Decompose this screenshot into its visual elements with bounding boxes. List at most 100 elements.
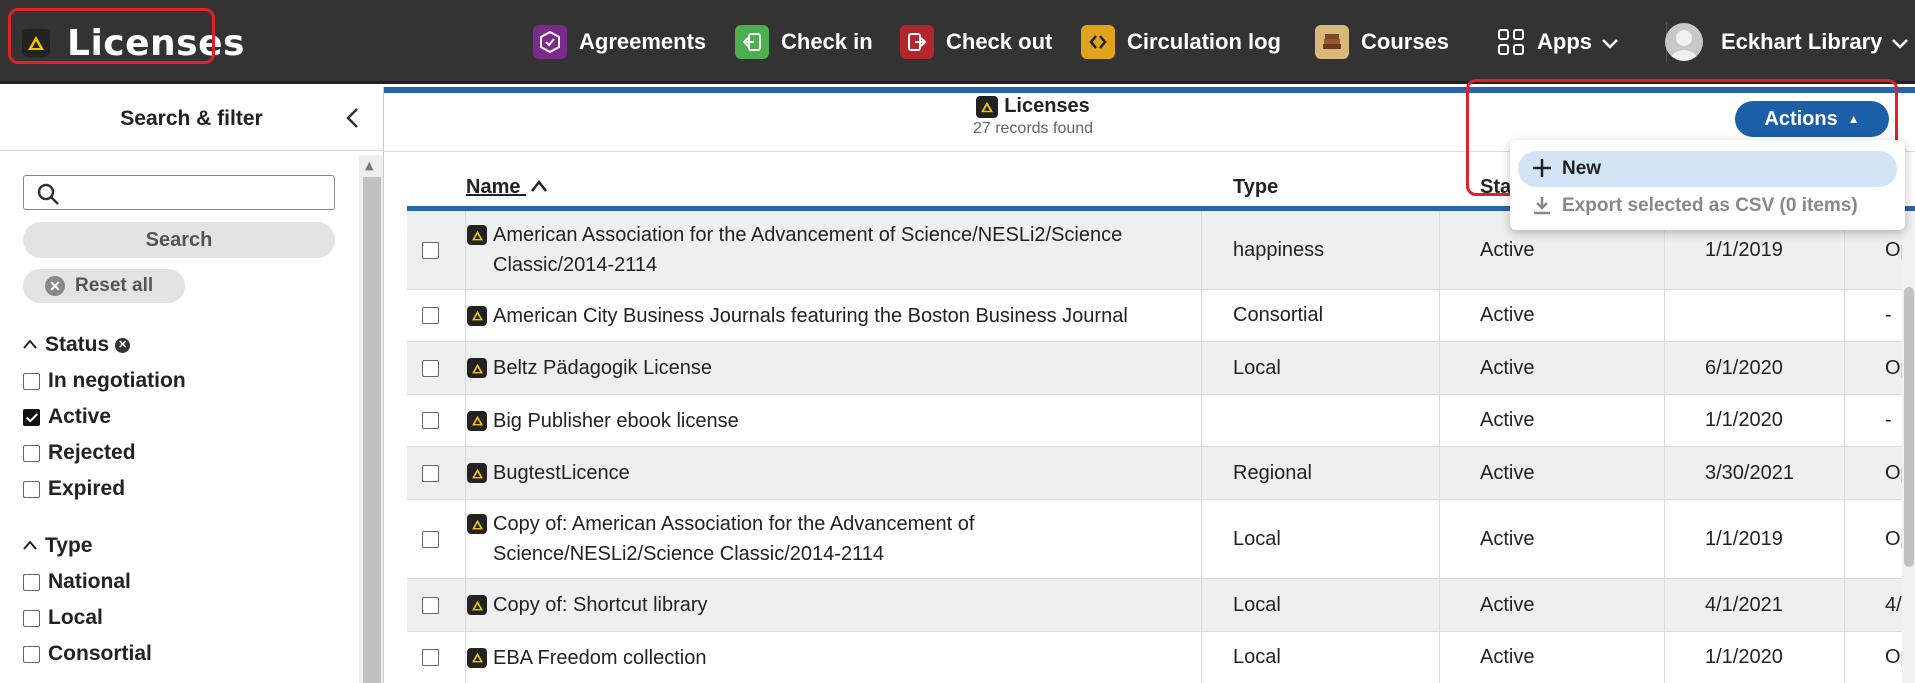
table-row[interactable]: American City Business Journals featurin… — [407, 290, 1915, 342]
nav-agreements[interactable]: Agreements — [533, 0, 706, 84]
row-checkbox[interactable] — [422, 596, 439, 614]
end-date-cell: - — [1885, 409, 1892, 431]
actions-label: Actions — [1764, 107, 1838, 130]
row-checkbox[interactable] — [422, 530, 439, 548]
menu-item-export-csv[interactable]: Export selected as CSV (0 items) — [1518, 188, 1897, 224]
column-separator — [1664, 632, 1665, 683]
nav-label: Check in — [781, 29, 873, 54]
name-cell[interactable]: Copy of: Shortcut library — [467, 579, 1187, 631]
user-menu[interactable]: Eckhart Library — [1665, 0, 1909, 84]
type-option-consortial[interactable]: Consortial — [23, 642, 152, 666]
column-separator — [1439, 395, 1440, 446]
table-row[interactable]: Copy of: Shortcut library Local Active 4/1/… — [407, 579, 1915, 632]
checkbox[interactable] — [23, 609, 40, 627]
search-field[interactable] — [23, 175, 335, 210]
actions-button[interactable]: Actions ▲ — [1735, 101, 1889, 137]
app-brand[interactable]: Licenses — [22, 20, 245, 66]
column-separator — [1664, 447, 1665, 499]
status-filter-header[interactable]: Status ✕ — [23, 333, 131, 357]
record-count: 27 records found — [972, 120, 1094, 137]
row-checkbox[interactable] — [422, 649, 439, 666]
licenses-app-icon — [467, 225, 487, 245]
nav-check-out[interactable]: Check out — [900, 0, 1052, 84]
filter-scrollbar-thumb[interactable] — [363, 177, 381, 683]
name-cell[interactable]: American Association for the Advancement… — [467, 211, 1187, 289]
nav-courses[interactable]: Courses — [1315, 0, 1449, 84]
checkbox[interactable] — [23, 645, 40, 663]
type-filter-header[interactable]: Type — [23, 534, 92, 558]
name-cell[interactable]: American City Business Journals featurin… — [467, 290, 1187, 341]
license-name: EBA Freedom collection — [493, 646, 707, 669]
agreements-icon — [533, 25, 567, 59]
checkbox[interactable] — [23, 573, 40, 591]
check-in-icon — [735, 25, 769, 59]
start-date-cell: 3/30/2021 — [1705, 461, 1794, 484]
column-separator — [465, 211, 466, 289]
row-select-cell — [422, 290, 452, 341]
checkbox-checked[interactable] — [23, 408, 40, 426]
menu-item-new[interactable]: New — [1518, 151, 1897, 187]
checkbox[interactable] — [23, 444, 40, 462]
row-checkbox[interactable] — [422, 241, 439, 259]
status-option-expired[interactable]: Expired — [23, 477, 125, 501]
row-checkbox[interactable] — [422, 412, 439, 429]
results-scrollbar-thumb[interactable] — [1904, 287, 1914, 567]
table-row[interactable]: EBA Freedom collection Local Active 1/1/202… — [407, 632, 1915, 683]
name-cell[interactable]: Copy of: American Association for the Ad… — [467, 500, 1187, 578]
circulation-log-icon — [1081, 25, 1115, 59]
column-separator — [465, 447, 466, 499]
table-row[interactable]: Copy of: American Association for the Ad… — [407, 500, 1915, 579]
name-cell[interactable]: Beltz Pädagogik License — [467, 342, 1187, 394]
table-row[interactable]: BugtestLicenceRegionalActive3/30/2021Ope — [407, 447, 1915, 500]
type-option-national[interactable]: National — [23, 570, 131, 594]
check-out-icon — [900, 25, 934, 59]
column-separator — [1201, 447, 1202, 499]
column-separator — [1844, 447, 1845, 499]
name-cell[interactable]: BugtestLicence — [467, 447, 1187, 499]
nav-check-in[interactable]: Check in — [735, 0, 873, 84]
table-row[interactable]: Big Publisher ebook license Active 1/1/202… — [407, 395, 1915, 447]
status-option-rejected[interactable]: Rejected — [23, 441, 136, 465]
checkbox-label: Consortial — [48, 642, 152, 665]
name-cell[interactable]: Big Publisher ebook license — [467, 395, 1187, 446]
licenses-app-icon — [976, 95, 999, 118]
row-select-cell — [422, 500, 452, 578]
start-date-cell: 4/1/2021 — [1705, 593, 1783, 616]
column-header-type[interactable]: Type — [1233, 176, 1278, 199]
nav-apps-menu[interactable]: Apps — [1497, 0, 1618, 84]
row-checkbox[interactable] — [422, 464, 439, 482]
checkbox[interactable] — [23, 480, 40, 498]
type-cell: Regional — [1233, 461, 1312, 484]
reset-all-button[interactable]: ✕ Reset all — [23, 269, 185, 303]
column-header-name[interactable]: Name — [466, 176, 548, 199]
name-cell[interactable]: EBA Freedom collection — [467, 632, 1187, 683]
type-option-local[interactable]: Local — [23, 606, 103, 630]
checkbox[interactable] — [23, 372, 40, 390]
column-separator — [1664, 579, 1665, 631]
scroll-up-arrow-icon[interactable]: ▲ — [365, 159, 373, 172]
nav-circulation-log[interactable]: Circulation log — [1081, 0, 1281, 84]
row-checkbox[interactable] — [422, 359, 439, 377]
search-button[interactable]: Search — [23, 222, 335, 258]
row-checkbox[interactable] — [422, 307, 439, 324]
license-name: Copy of: American Association for the Ad… — [493, 513, 975, 565]
clear-status-filter-icon[interactable]: ✕ — [115, 337, 131, 353]
caret-up-icon: ▲ — [1847, 112, 1860, 126]
status-cell: Active — [1480, 646, 1535, 668]
licenses-app-icon — [467, 305, 487, 326]
search-input[interactable] — [24, 176, 334, 209]
row-select-cell — [422, 211, 452, 289]
chevron-up-icon — [23, 336, 37, 354]
collapse-pane-icon[interactable] — [345, 107, 359, 135]
column-header-label: Name — [466, 176, 521, 198]
checkbox-label: Expired — [48, 477, 126, 500]
status-cell: Active — [1480, 409, 1535, 431]
table-row[interactable]: Beltz Pädagogik License Local Active 6/1/20… — [407, 342, 1915, 395]
start-date-cell: 1/1/2020 — [1705, 646, 1783, 668]
licenses-app-icon — [467, 514, 487, 534]
column-separator — [1844, 579, 1845, 631]
column-separator — [1439, 342, 1440, 394]
status-option-in-negotiation[interactable]: In negotiation — [23, 369, 186, 393]
column-separator — [1439, 290, 1440, 341]
status-option-active[interactable]: Active — [23, 405, 111, 429]
